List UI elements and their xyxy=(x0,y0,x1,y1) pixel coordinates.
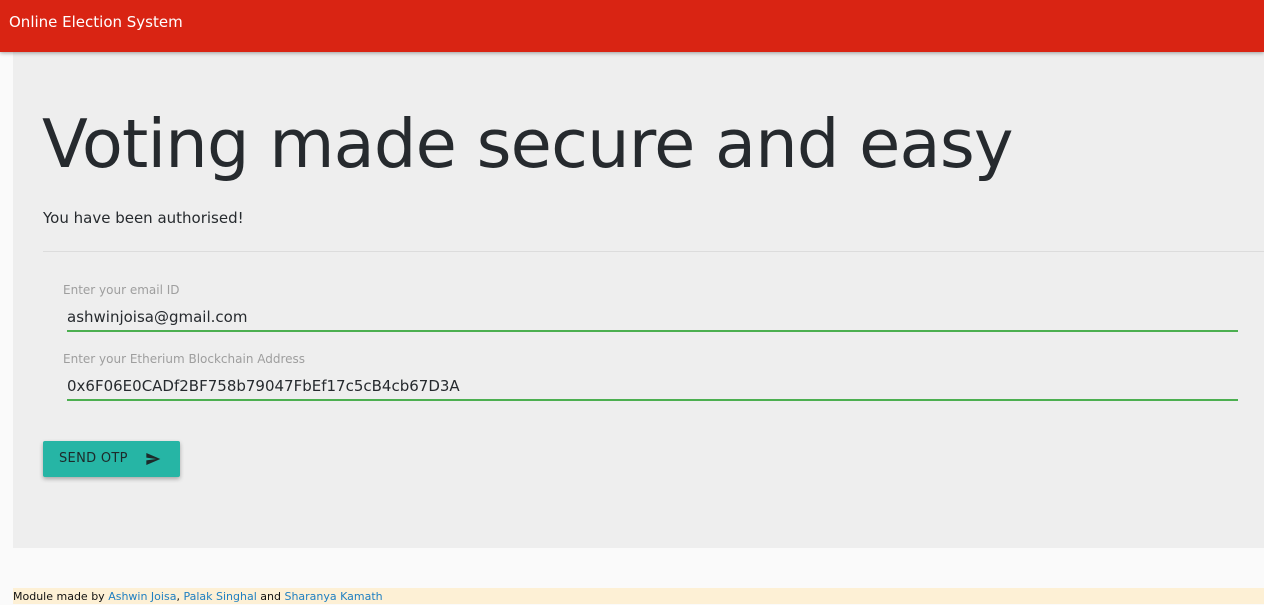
send-otp-label: SEND OTP xyxy=(59,451,128,466)
footer-prefix: Module made by xyxy=(13,590,109,603)
author-link-ashwin[interactable]: Ashwin Joisa xyxy=(108,590,176,603)
blockchain-address-field[interactable] xyxy=(67,373,1238,401)
address-field-label: Enter your Etherium Blockchain Address xyxy=(63,352,306,366)
navbar: Online Election System xyxy=(0,0,1264,52)
send-icon xyxy=(146,453,161,465)
page-title: Voting made secure and easy xyxy=(42,105,1014,183)
author-link-sharanya[interactable]: Sharanya Kamath xyxy=(284,590,382,603)
footer-separator: and xyxy=(256,590,285,603)
footer: Module made by Ashwin Joisa, Palak Singh… xyxy=(13,588,1264,604)
author-link-palak[interactable]: Palak Singhal xyxy=(183,590,256,603)
brand-link[interactable]: Online Election System xyxy=(9,12,183,32)
auth-status-text: You have been authorised! xyxy=(43,209,244,227)
hero-panel: Voting made secure and easy You have bee… xyxy=(13,52,1264,548)
email-field[interactable] xyxy=(67,304,1238,332)
divider xyxy=(43,251,1264,252)
email-field-label: Enter your email ID xyxy=(63,283,180,297)
send-otp-button[interactable]: SEND OTP xyxy=(43,441,180,477)
